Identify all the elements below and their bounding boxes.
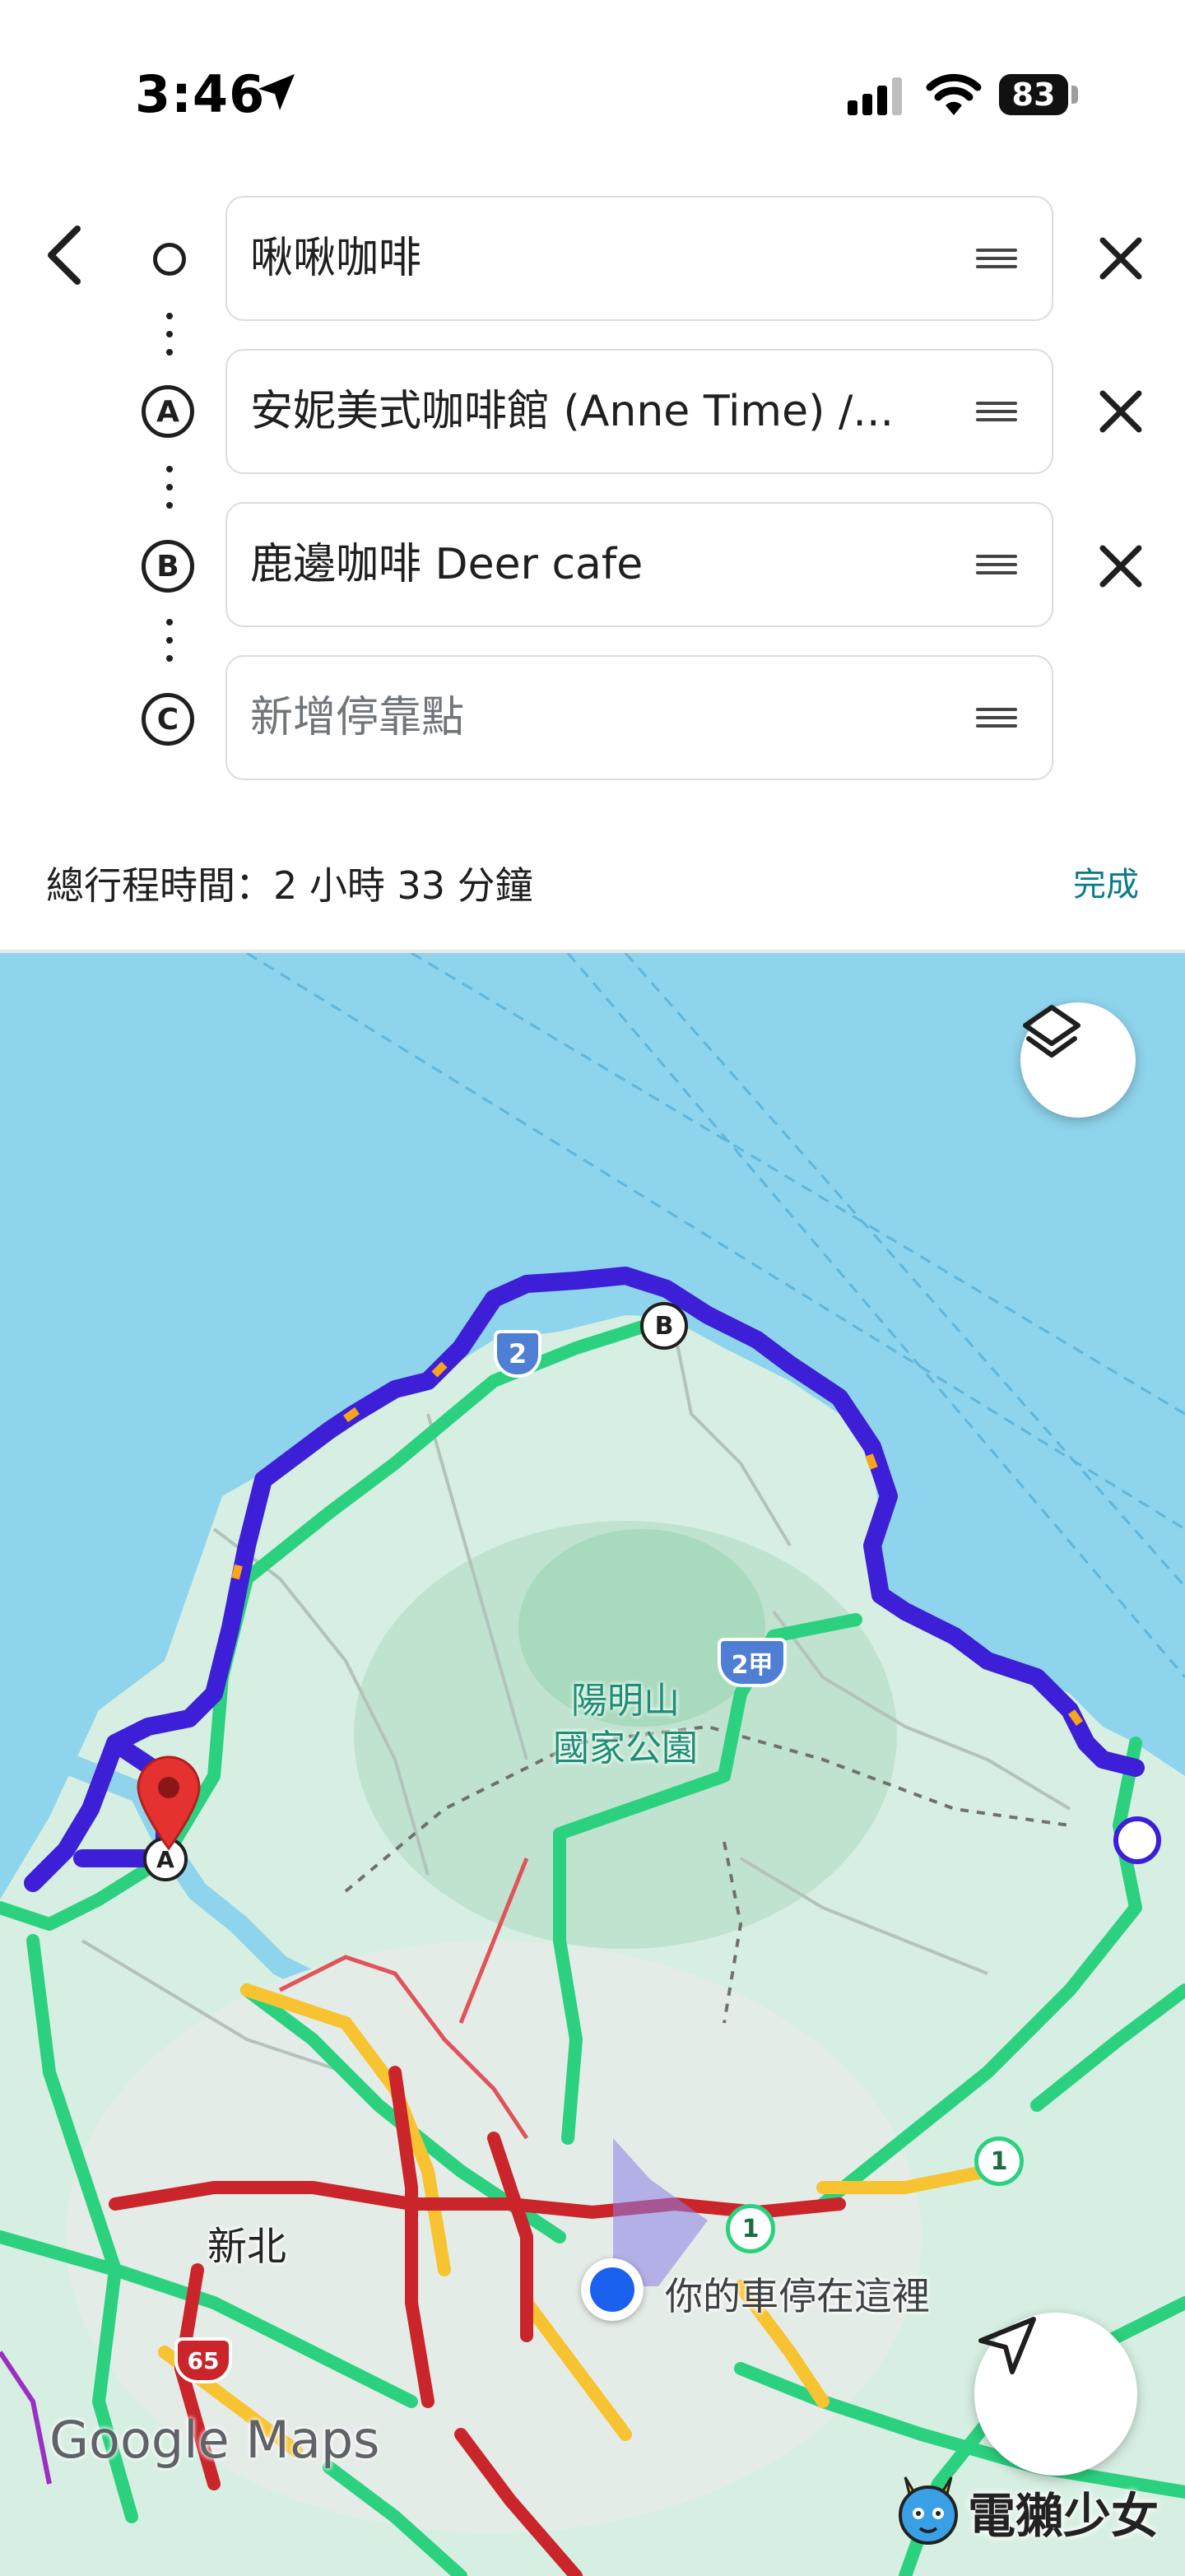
route-marker-b-badge[interactable]: B (640, 1302, 688, 1350)
drag-handle-icon[interactable] (976, 708, 1017, 728)
drag-handle-icon[interactable] (976, 555, 1017, 574)
stop-marker-a: A (142, 385, 194, 438)
connector-dots (166, 619, 173, 673)
connector-dots (166, 313, 173, 367)
wifi-icon (926, 73, 982, 115)
road-shield-2a: 2甲 (718, 1638, 787, 1687)
otter-mascot-icon (899, 2476, 958, 2545)
road-shield-65: 65 (174, 2337, 232, 2383)
origin-circle-icon (153, 243, 186, 276)
road-shield-1-east: 1 (974, 2137, 1024, 2186)
connector-dots (166, 466, 173, 520)
recenter-button[interactable] (974, 2313, 1137, 2476)
status-bar: 3:46 83 (0, 0, 1185, 165)
road-shield-1-center: 1 (726, 2204, 775, 2253)
park-label-line2: 國家公園 (553, 1727, 698, 1769)
back-arrow-icon[interactable] (41, 222, 91, 288)
navigation-arrow-icon (978, 2317, 1036, 2374)
status-time: 3:46 (135, 64, 266, 124)
drag-handle-icon[interactable] (976, 249, 1017, 268)
drag-handle-icon[interactable] (976, 402, 1017, 421)
remove-stop-a-button[interactable] (1094, 385, 1147, 438)
google-maps-logo: Google Maps (49, 2410, 380, 2470)
car-location-dot[interactable] (581, 2258, 644, 2321)
park-label-line1: 陽明山 (571, 1680, 680, 1722)
location-arrow-icon (258, 74, 295, 110)
car-location-inner (590, 2267, 634, 2312)
done-button[interactable]: 完成 (1073, 858, 1139, 905)
layers-icon (1023, 1005, 1080, 1058)
remove-stop-b-button[interactable] (1094, 540, 1147, 593)
city-label: 新北 (207, 2224, 287, 2270)
layers-button[interactable] (1020, 1002, 1136, 1118)
map-view[interactable]: 2 2甲 1 1 65 B A 陽明山 國家公園 新北 你的車停在這裡 Goog… (0, 953, 1185, 2576)
add-stop-field[interactable]: 新增停靠點 (225, 655, 1053, 780)
add-stop-placeholder: 新增停靠點 (250, 693, 465, 742)
battery-nub (1071, 86, 1078, 104)
road-shield-2: 2 (494, 1330, 541, 1378)
map-pin-icon[interactable] (132, 1753, 206, 1852)
remove-origin-button[interactable] (1094, 232, 1147, 285)
total-trip-time: 總行程時間：2 小時 33 分鐘 (46, 863, 533, 908)
route-end-circle (1113, 1816, 1161, 1864)
stop-marker-b: B (142, 540, 194, 593)
cellular-signal-icon (848, 77, 902, 115)
battery-indicator: 83 (999, 74, 1068, 115)
stop-b-field[interactable]: 鹿邊咖啡 Deer cafe (225, 502, 1053, 627)
stop-a-field-text: 安妮美式咖啡館 (Anne Time) /... (250, 387, 895, 436)
stop-a-field[interactable]: 安妮美式咖啡館 (Anne Time) /... (225, 349, 1053, 474)
origin-field[interactable]: 啾啾咖啡 (225, 196, 1053, 321)
stop-marker-c: C (142, 693, 194, 746)
stop-b-field-text: 鹿邊咖啡 Deer cafe (250, 540, 644, 589)
origin-field-text: 啾啾咖啡 (250, 234, 422, 283)
car-location-label: 你的車停在這裡 (665, 2274, 930, 2318)
park-label: 陽明山 國家公園 (527, 1677, 724, 1773)
watermark-text: 電獺少女 (968, 2488, 1159, 2544)
